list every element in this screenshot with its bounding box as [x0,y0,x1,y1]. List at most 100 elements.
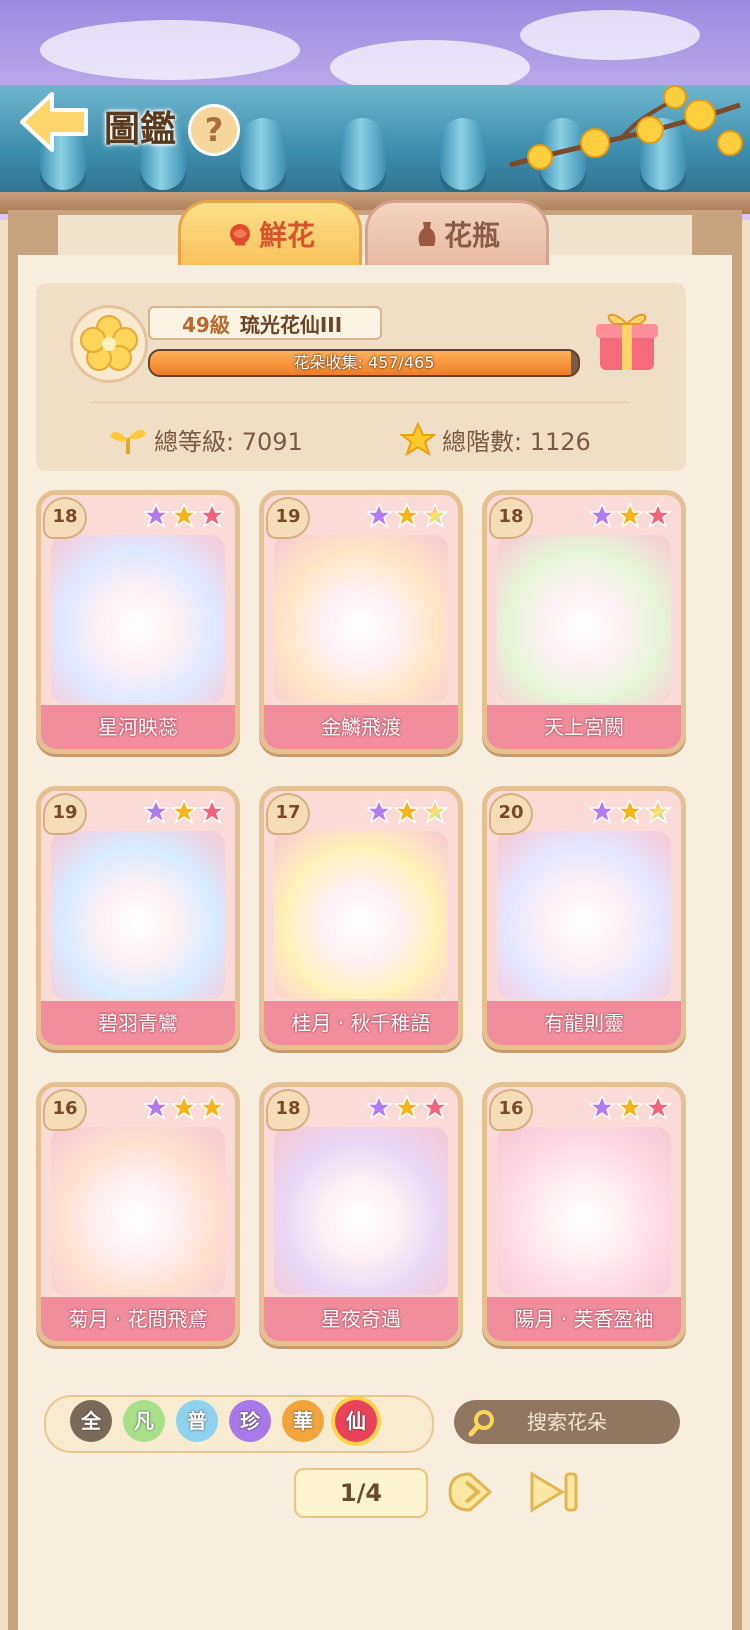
star-icon [364,502,394,532]
player-level: 49級 [182,313,230,337]
page-indicator: 1/4 [294,1468,428,1518]
flower-badge-icon [80,315,138,371]
flower-card[interactable]: 18 星河映蕊 [36,490,240,754]
star-icon [169,502,199,532]
flower-card[interactable]: 18 天上宮闕 [482,490,686,754]
star-icon [392,1094,422,1124]
star-icon [615,798,645,828]
flower-branch-decoration [509,85,743,170]
star-icon [399,421,437,457]
rarity-filter-chip[interactable]: 普 [176,1400,218,1442]
back-arrow-icon[interactable] [18,90,90,154]
search-icon [468,1410,494,1437]
card-stars [587,502,673,532]
card-level: 18 [43,497,87,539]
tab-flowers[interactable]: 鮮花 [178,200,362,265]
card-name: 有龍則靈 [487,1001,681,1045]
flower-artwork [274,1127,448,1295]
card-stars [587,1094,673,1124]
card-stars [364,1094,450,1124]
card-level: 18 [266,1089,310,1131]
card-name: 菊月 · 花間飛鳶 [41,1297,235,1341]
help-button[interactable]: ? [188,104,240,156]
rose-icon [229,224,250,246]
card-level: 18 [489,497,533,539]
rarity-filter-chip[interactable]: 華 [282,1400,324,1442]
star-icon [643,502,673,532]
card-name: 陽月 · 芙香盈袖 [487,1297,681,1341]
star-icon [587,1094,617,1124]
collection-progress-bar: 花朵收集: 457/465 [148,349,580,377]
card-stars [364,502,450,532]
flower-artwork [497,831,671,999]
vase-icon [418,222,436,246]
card-level: 16 [489,1089,533,1131]
page-title: 圖鑑 [104,109,177,150]
player-level-box: 49級 琉光花仙III [148,306,382,340]
flower-artwork [51,1127,225,1295]
collection-progress-label: 花朵收集: 457/465 [293,353,435,372]
star-icon [169,798,199,828]
star-icon [587,502,617,532]
star-icon [197,502,227,532]
last-page-arrow-icon[interactable] [528,1466,584,1518]
card-name: 金鱗飛渡 [264,705,458,749]
card-level: 17 [266,793,310,835]
total-stars-stat: 總階數: 1126 [399,421,591,457]
star-icon [364,798,394,828]
sprout-icon [110,429,146,454]
card-level: 20 [489,793,533,835]
star-icon [141,798,171,828]
star-icon [420,1094,450,1124]
flower-card[interactable]: 19 金鱗飛渡 [259,490,463,754]
star-icon [141,1094,171,1124]
star-icon [392,502,422,532]
star-icon [643,798,673,828]
star-icon [169,1094,199,1124]
flower-card[interactable]: 16 陽月 · 芙香盈袖 [482,1082,686,1346]
flower-artwork [274,831,448,999]
flower-artwork [51,831,225,999]
card-name: 天上宮闕 [487,705,681,749]
star-icon [420,798,450,828]
rarity-filter-chip[interactable]: 珍 [229,1400,271,1442]
rarity-filter-chip[interactable]: 全 [70,1400,112,1442]
card-stars [141,798,227,828]
stats-divider [90,402,630,403]
star-icon [197,798,227,828]
star-icon [364,1094,394,1124]
card-level: 19 [266,497,310,539]
flower-artwork [497,535,671,703]
card-name: 碧羽青鸞 [41,1001,235,1045]
tab-vases[interactable]: 花瓶 [365,200,549,265]
flower-card[interactable]: 20 有龍則靈 [482,786,686,1050]
star-icon [643,1094,673,1124]
rarity-filter-chip[interactable]: 凡 [123,1400,165,1442]
card-stars [141,502,227,532]
card-name: 桂月 · 秋千稚語 [264,1001,458,1045]
card-name: 星夜奇遇 [264,1297,458,1341]
star-icon [615,1094,645,1124]
search-input[interactable]: 搜索花朵 [454,1400,680,1444]
search-placeholder: 搜索花朵 [527,1410,607,1434]
star-icon [392,798,422,828]
gift-box-icon[interactable] [594,306,660,374]
star-icon [615,502,645,532]
star-icon [420,502,450,532]
card-level: 16 [43,1089,87,1131]
rarity-filter-chip[interactable]: 仙 [335,1400,377,1442]
flower-card[interactable]: 16 菊月 · 花間飛鳶 [36,1082,240,1346]
card-stars [587,798,673,828]
star-icon [587,798,617,828]
star-icon [197,1094,227,1124]
rank-title: 琉光花仙III [239,313,343,337]
flower-card[interactable]: 18 星夜奇遇 [259,1082,463,1346]
flower-card[interactable]: 19 碧羽青鸞 [36,786,240,1050]
rank-badge [70,305,148,383]
card-name: 星河映蕊 [41,705,235,749]
total-level-stat: 總等級: 7091 [108,422,303,457]
next-page-arrow-icon[interactable] [442,1466,498,1518]
flower-card[interactable]: 17 桂月 · 秋千稚語 [259,786,463,1050]
card-stars [364,798,450,828]
card-stars [141,1094,227,1124]
